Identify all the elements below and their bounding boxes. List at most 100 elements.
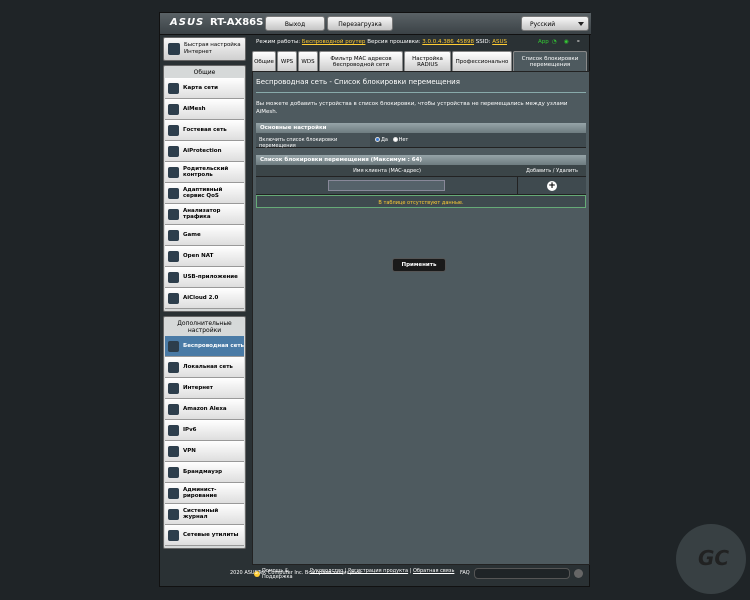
sidebar-item-label: Адаптивный сервис QoS [183,187,223,199]
quick-setup-label: Быстрая настройка Интернет [184,42,241,55]
sidebar-item-traffic[interactable]: Анализатор трафика [165,204,244,225]
mac-address-input[interactable] [328,180,445,191]
radio-yes-label: Да [381,137,388,143]
tab-roaming-block[interactable]: Список блокировки перемещения [513,51,587,71]
enable-label: Включить список блокировки перемещения [256,133,370,149]
enable-row: Включить список блокировки перемещения Д… [256,133,586,149]
sidebar-item-label: VPN [183,448,196,454]
wand-icon [168,43,180,55]
ssid-value-link[interactable]: ASUS [492,39,507,45]
sidebar-item-label: AiMesh [183,106,206,112]
lan-icon [168,362,179,373]
tab-wds[interactable]: WDS [298,51,318,71]
wifi-icon [168,341,179,352]
tab-professional[interactable]: Профессионально [452,51,512,71]
sidebar-item-lan[interactable]: Локальная сеть [165,357,244,378]
sidebar-item-usb[interactable]: USB-приложение [165,267,244,288]
vpn-icon [168,446,179,457]
status-bar: Режим работы: Беспроводной роутер Версия… [252,35,590,51]
usb-status-icon[interactable]: ⚭ [576,39,581,45]
router-admin-window: ASUS RT-AX86S Выход Перезагрузка Русский… [159,12,591,587]
parental-icon [168,167,179,178]
language-value: Русский [530,21,556,28]
fw-label: Версия прошивки: [367,39,421,45]
watermark-logo: GC [676,524,746,594]
tab-mac-filter[interactable]: Фильтр MAC адресов беспроводной сети [319,51,403,71]
game-icon [168,230,179,241]
add-icon[interactable]: + [547,181,557,191]
internet-status-icon[interactable]: ◉ [564,39,569,45]
sidebar-item-label: AiProtection [183,148,222,154]
wifi-status-icon[interactable]: ◔ [552,39,557,45]
sidebar-item-label: Админист-рирование [183,487,218,499]
sidebar-item-log[interactable]: Системный журнал [165,504,244,525]
feedback-link[interactable]: Обратная связь [413,568,454,574]
quick-setup-button[interactable]: Быстрая настройка Интернет [163,37,246,61]
sidebar-item-label: Локальная сеть [183,364,233,370]
sidebar-item-label: Беспроводная сеть [183,343,245,349]
tab-general[interactable]: Общие [252,51,276,71]
chevron-down-icon [578,22,584,26]
sidebar-item-label: USB-приложение [183,274,238,280]
tab-bar: Общие WPS WDS Фильтр MAC адресов беспров… [252,51,590,71]
fw-value-link[interactable]: 3.0.0.4.386_45898 [422,39,474,45]
sidebar-item-nat[interactable]: Open NAT [165,246,244,267]
sidebar-item-label: Брандмауэр [183,469,223,475]
sidebar-item-wifi[interactable]: Беспроводная сеть [165,336,244,357]
model-name: RT-AX86S [210,17,264,28]
tab-wps[interactable]: WPS [277,51,297,71]
sidebar-item-firewall[interactable]: Брандмауэр [165,462,244,483]
sidebar-item-globe[interactable]: Интернет [165,378,244,399]
radio-yes[interactable] [375,137,380,142]
table-input-row: + [256,177,586,195]
sidebar-item-cloud[interactable]: AiCloud 2.0 [165,288,244,309]
firewall-icon [168,467,179,478]
tab-radius[interactable]: Настройка RADIUS [404,51,451,71]
tools-icon [168,530,179,541]
sidebar-item-alexa[interactable]: Amazon Alexa [165,399,244,420]
ipv6-icon [168,425,179,436]
content-panel: Беспроводная сеть - Список блокировки пе… [252,71,590,565]
divider [256,92,586,93]
app-icon[interactable]: App [538,39,549,45]
mode-value-link[interactable]: Беспроводной роутер [302,39,366,45]
sidebar-item-admin[interactable]: Админист-рирование [165,483,244,504]
column-action: Добавить / Удалить [526,168,578,174]
usb-icon [168,272,179,283]
sidebar-item-label: Amazon Alexa [183,406,227,412]
sidebar-item-label: AiCloud 2.0 [183,295,219,301]
page-description: Вы можете добавить устройства в список б… [256,101,568,115]
sidebar-item-label: Карта сети [183,85,218,91]
guest-icon [168,125,179,136]
advanced-heading: Дополнительные настройки [177,320,232,334]
sidebar-item-game[interactable]: Game [165,225,244,246]
apply-button[interactable]: Применить [392,258,446,272]
copyright: 2020 ASUSTeK Computer Inc. Все права защ… [230,570,364,576]
map-icon [168,83,179,94]
block-list-header: Список блокировки перемещения (Максимум … [256,155,586,165]
faq-search-input[interactable] [474,568,570,579]
page-title: Беспроводная сеть - Список блокировки пе… [256,78,460,86]
asus-logo: ASUS [170,17,205,28]
sidebar-item-label: Интернет [183,385,213,391]
sidebar-item-guest[interactable]: Гостевая сеть [165,120,244,141]
language-select[interactable]: Русский [521,16,589,31]
reboot-button[interactable]: Перезагрузка [327,16,393,31]
sidebar-item-tools[interactable]: Сетевые утилиты [165,525,244,546]
sidebar-item-parental[interactable]: Родительский контроль [165,162,244,183]
sidebar-item-map[interactable]: Карта сети [165,78,244,99]
sidebar-item-vpn[interactable]: VPN [165,441,244,462]
shield-icon [168,146,179,157]
faq-label: FAQ [460,570,470,576]
radio-no[interactable] [392,137,398,142]
sidebar-item-label: Game [183,232,201,238]
nat-icon [168,251,179,262]
sidebar-item-label: Сетевые утилиты [183,532,239,538]
sidebar-item-mesh[interactable]: AiMesh [165,99,244,120]
sidebar-item-qos[interactable]: Адаптивный сервис QoS [165,183,244,204]
logout-button[interactable]: Выход [265,16,325,31]
sidebar-item-ipv6[interactable]: IPv6 [165,420,244,441]
search-icon[interactable] [574,569,583,578]
sidebar-item-shield[interactable]: AiProtection [165,141,244,162]
radio-no-label: Нет [398,137,409,143]
